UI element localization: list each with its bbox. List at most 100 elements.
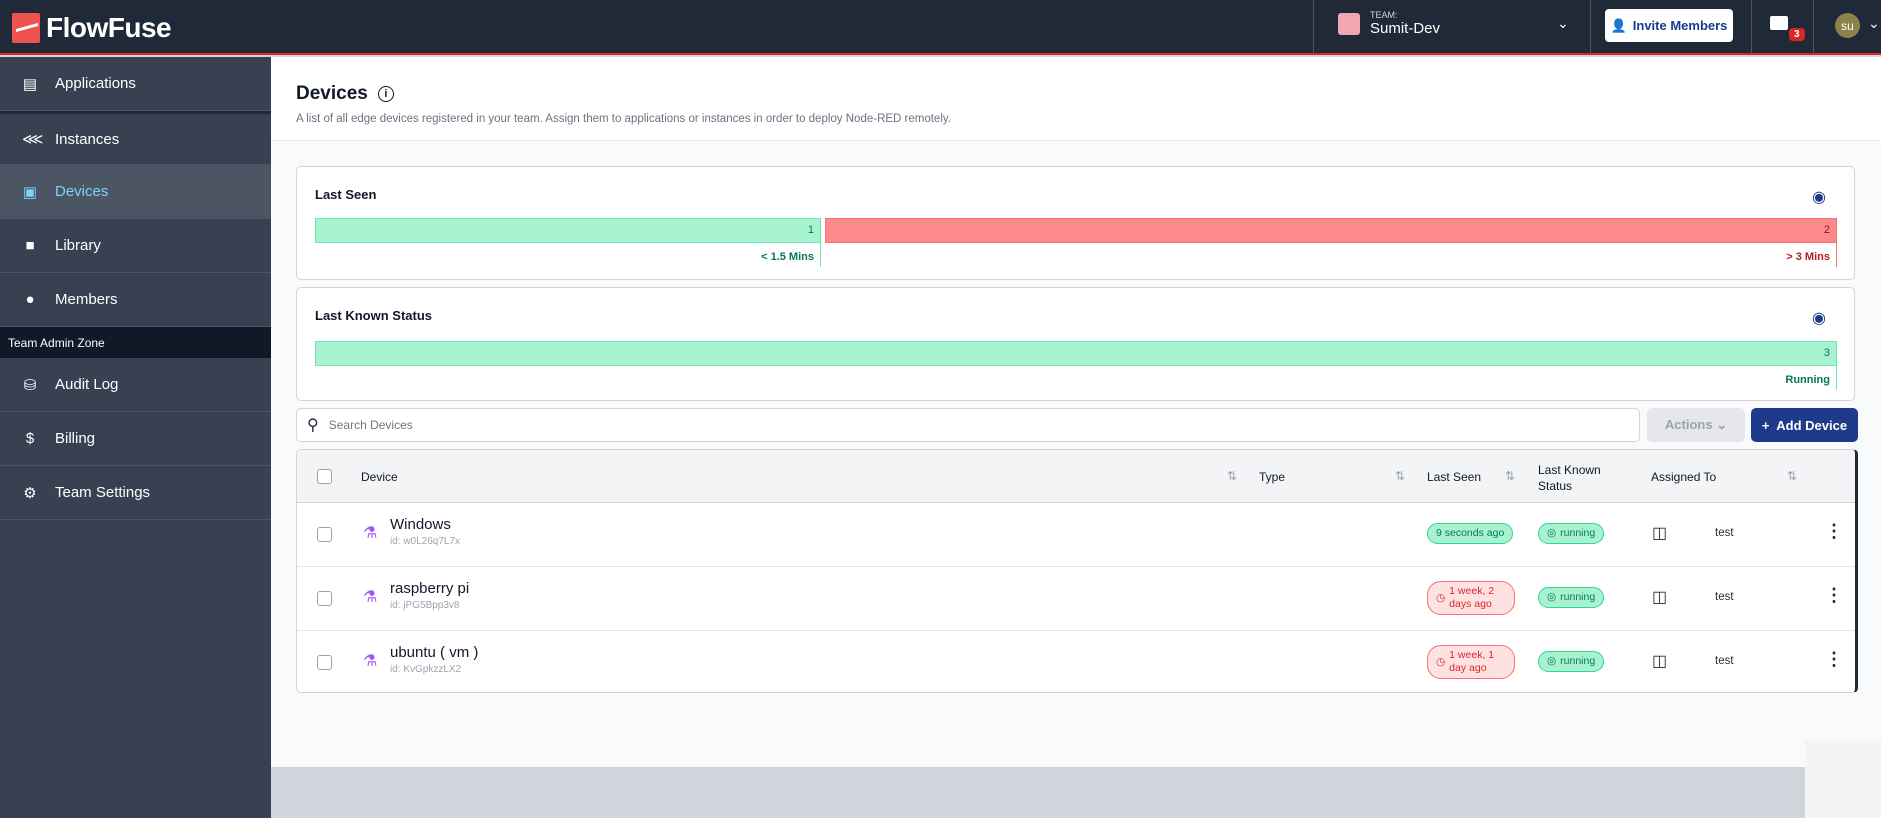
last-known-status-card: Last Known Status ◉ 3 Running [296, 287, 1855, 401]
add-device-label: Add Device [1776, 417, 1848, 433]
sidebar-item-devices[interactable]: ▣ Devices [0, 165, 271, 219]
instances-icon: ⋘ [22, 131, 44, 148]
status-text: running [1560, 655, 1596, 667]
column-last-known-status[interactable]: Last Known Status [1538, 462, 1618, 494]
sort-icon[interactable]: ⇅ [1787, 469, 1797, 483]
user-avatar[interactable]: su [1835, 13, 1860, 38]
device-name[interactable]: ubuntu ( vm ) [390, 644, 478, 661]
sidebar-item-audit-log[interactable]: ⛁ Audit Log [0, 358, 271, 412]
sidebar-item-team-settings[interactable]: ⚙ Team Settings [0, 466, 271, 520]
column-device[interactable]: Device [361, 470, 398, 484]
row-checkbox[interactable] [317, 655, 332, 670]
chevron-down-icon[interactable]: ⌄ [1868, 15, 1880, 32]
last-seen-card: Last Seen ◉ 1 < 1.5 Mins 2 > 3 Mins [296, 166, 1855, 280]
device-name[interactable]: Windows [390, 516, 460, 533]
play-circle-icon: ◎ [1547, 591, 1557, 603]
segment-label: Running [315, 366, 1837, 390]
team-avatar [1338, 12, 1360, 35]
eye-icon[interactable]: ◉ [1812, 187, 1826, 207]
column-assigned-to[interactable]: Assigned To [1651, 470, 1716, 484]
select-all-checkbox[interactable] [317, 469, 332, 484]
sidebar-item-label: Instances [55, 130, 120, 148]
sidebar-item-applications[interactable]: ▤ Applications [0, 57, 271, 111]
assigned-to[interactable]: test [1715, 591, 1734, 603]
divider [1751, 0, 1752, 53]
sidebar-item-label: Team Settings [55, 484, 151, 501]
dollar-icon: $ [25, 430, 35, 447]
chevron-down-icon[interactable]: ⌄ [1557, 15, 1569, 32]
flask-icon: ⚗ [363, 525, 378, 542]
folder-icon: ■ [25, 237, 35, 254]
flask-icon: ⚗ [363, 653, 378, 670]
assigned-to[interactable]: test [1715, 655, 1734, 667]
add-device-button[interactable]: + Add Device [1751, 408, 1858, 442]
last-seen-badge: ◷ 1 week, 2 days ago [1427, 581, 1515, 615]
search-box: ⚲ [296, 408, 1640, 442]
assigned-to[interactable]: test [1715, 527, 1734, 539]
user-plus-icon: 👤 [1610, 17, 1627, 33]
last-seen-text: 1 week, 1 day ago [1449, 649, 1495, 674]
row-checkbox[interactable] [317, 591, 332, 606]
flowfuse-logo[interactable]: FlowFuse [12, 12, 172, 44]
application-icon: ◫ [1652, 589, 1668, 606]
last-seen-badge: 9 seconds ago [1427, 523, 1514, 544]
segment-label: < 1.5 Mins [315, 243, 821, 267]
sidebar-item-label: Applications [55, 75, 136, 92]
column-last-seen[interactable]: Last Seen [1427, 470, 1481, 484]
team-admin-zone-label: Team Admin Zone [0, 327, 271, 358]
eye-icon[interactable]: ◉ [1812, 308, 1826, 328]
divider [1313, 0, 1314, 53]
sort-icon[interactable]: ⇅ [1395, 469, 1405, 483]
chevron-down-icon: ⌄ [1716, 417, 1728, 432]
clock-icon: ◷ [1436, 655, 1446, 668]
row-checkbox[interactable] [317, 527, 332, 542]
search-input[interactable] [328, 418, 1639, 432]
status-text: running [1560, 591, 1596, 603]
table-row[interactable]: ⚗ raspberry pi id: jPG5Bpp3v8 ◷ 1 week, 2 … [297, 567, 1855, 631]
sidebar-item-label: Library [55, 237, 101, 254]
table-row[interactable]: ⚗ Windows id: w0L26q7L7x 9 seconds ago ◎ r… [297, 503, 1855, 567]
kebab-menu-icon[interactable]: ⋮ [1825, 649, 1843, 670]
page-header: Devices i A list of all edge devices regi… [271, 57, 1881, 141]
kebab-menu-icon[interactable]: ⋮ [1825, 585, 1843, 606]
sort-icon[interactable]: ⇅ [1227, 469, 1237, 483]
sidebar-item-library[interactable]: ■ Library [0, 219, 271, 273]
sidebar-item-label: Members [55, 291, 118, 308]
sidebar-item-members[interactable]: ● Members [0, 273, 271, 327]
info-icon[interactable]: i [377, 86, 394, 102]
plus-icon: + [1761, 417, 1770, 433]
main-content: Devices i A list of all edge devices regi… [271, 57, 1881, 767]
last-seen-text: 9 seconds ago [1436, 527, 1505, 539]
divider [1813, 0, 1814, 53]
table-row[interactable]: ⚗ ubuntu ( vm ) id: KvGpkzzLX2 ◷ 1 week, 1… [297, 631, 1855, 692]
clock-icon: ◷ [1436, 591, 1446, 604]
bar-segment-recent[interactable]: 1 [315, 218, 821, 243]
actions-label: Actions [1664, 417, 1713, 432]
database-icon: ⛁ [23, 376, 37, 394]
mail-icon[interactable] [1770, 16, 1788, 30]
bar-segment-stale[interactable]: 2 [825, 218, 1837, 243]
card-title: Last Known Status [315, 308, 433, 323]
page-title: Devices [296, 83, 368, 104]
kebab-menu-icon[interactable]: ⋮ [1825, 521, 1843, 542]
status-badge: ◎ running [1538, 651, 1605, 672]
team-selector[interactable]: TEAM: Sumit-Dev [1338, 10, 1440, 37]
device-id: id: w0L26q7L7x [390, 536, 461, 547]
flask-icon: ⚗ [363, 589, 378, 606]
status-badge: ◎ running [1538, 587, 1605, 608]
sidebar-item-instances[interactable]: ⋘ Instances [0, 111, 271, 165]
device-name[interactable]: raspberry pi [390, 580, 469, 597]
column-type[interactable]: Type [1259, 470, 1285, 484]
sidebar-item-label: Billing [55, 430, 96, 447]
card-title: Last Seen [315, 187, 377, 202]
invite-members-button[interactable]: 👤 Invite Members [1605, 9, 1733, 42]
actions-button[interactable]: Actions ⌄ [1647, 408, 1745, 442]
status-text: running [1560, 527, 1596, 539]
chip-icon: ▣ [22, 183, 38, 201]
play-circle-icon: ◎ [1547, 527, 1557, 539]
bar-segment-running[interactable]: 3 [315, 341, 1837, 366]
sidebar-item-billing[interactable]: $ Billing [0, 412, 271, 466]
segment-label: > 3 Mins [825, 243, 1837, 267]
sidebar-item-label: Audit Log [55, 376, 119, 393]
sort-icon[interactable]: ⇅ [1505, 469, 1515, 483]
